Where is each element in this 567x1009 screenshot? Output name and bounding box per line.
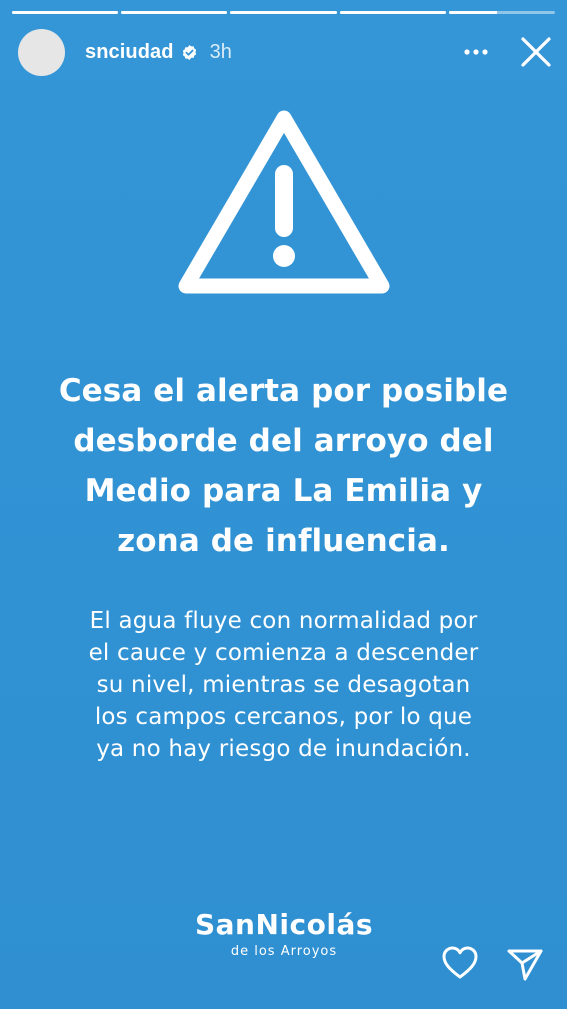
story-viewer[interactable]: snciudad 3h Cesa el alerta por posible d… [0,0,567,1009]
body-line: El agua fluye con normalidad por [89,608,478,634]
avatar[interactable] [18,28,65,76]
close-icon [521,37,551,67]
story-header: snciudad 3h [18,28,556,76]
progress-segment [12,11,119,14]
progress-fill [121,11,228,14]
body-line: su nivel, mientras se desagotan [96,672,471,698]
username[interactable]: snciudad [85,41,174,64]
progress-segment [230,11,337,14]
alert-headline: Cesa el alerta por posible desborde del … [30,366,537,566]
progress-segment [448,11,556,14]
progress-fill [448,11,497,14]
progress-fill [12,11,119,14]
alert-body: El agua fluye con normalidad por el cauc… [40,605,527,765]
close-button[interactable] [518,34,554,70]
san-nicolas-logo: SanNicolás de los Arroyos [178,908,390,961]
post-time: 3h [209,40,232,63]
more-horizontal-icon [464,49,488,55]
logo-name: SanNicolás [194,908,374,941]
progress-segment [339,11,446,14]
share-button[interactable] [506,946,544,982]
headline-line: zona de influencia. [117,523,450,559]
warning-triangle-icon [174,106,394,298]
headline-line: desborde del arroyo del [73,423,494,459]
like-button[interactable] [441,945,479,981]
heart-icon [442,946,478,979]
logo-subtitle: de los Arroyos [230,944,338,959]
progress-fill [230,11,337,14]
body-line: los campos cercanos, por lo que [94,704,473,730]
verified-badge-icon [181,44,198,61]
body-line: el cauce y comienza a descender [88,640,479,666]
progress-fill [339,11,446,14]
body-line: ya no hay riesgo de inundación. [96,736,471,762]
more-options-button[interactable] [462,38,490,66]
progress-segment [121,11,228,14]
story-progress [12,11,556,14]
send-icon [507,949,543,981]
headline-line: Medio para La Emilia y [84,473,483,509]
headline-line: Cesa el alerta por posible [58,373,509,409]
